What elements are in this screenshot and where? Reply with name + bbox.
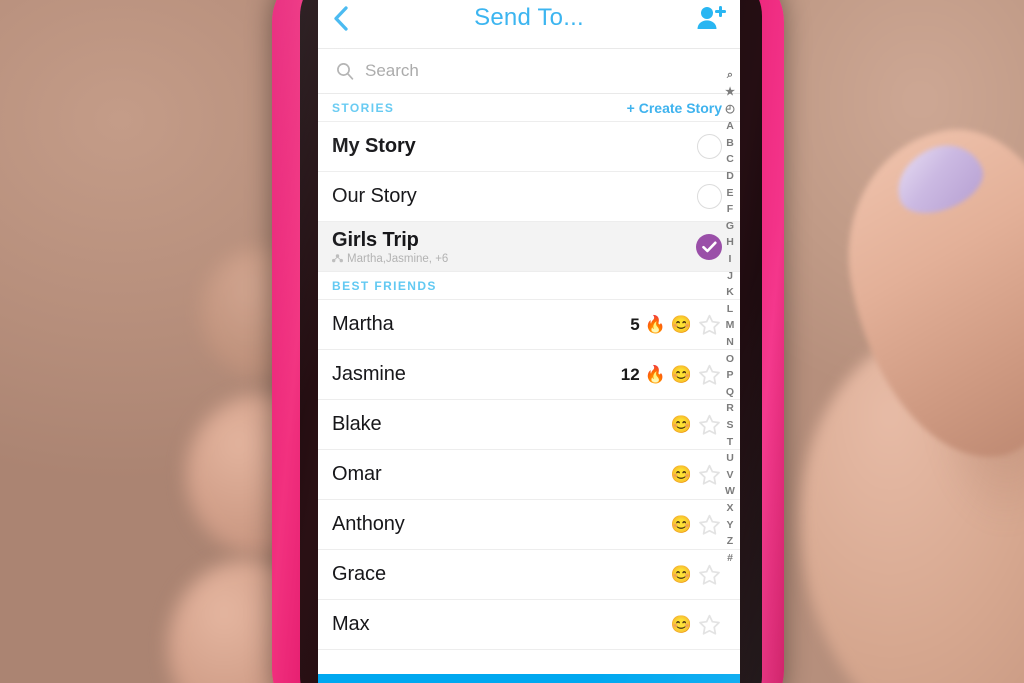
section-header-stories: STORIES + Create Story	[318, 94, 740, 122]
streak-count: 12	[620, 364, 640, 384]
index-letter-I[interactable]: I	[729, 254, 732, 265]
index-letter-D[interactable]: D	[726, 171, 734, 182]
index-letter-A[interactable]: A	[726, 121, 734, 132]
story-members-text: Martha,Jasmine, +6	[347, 252, 449, 265]
add-friend-button[interactable]	[692, 5, 726, 31]
selected-check-icon[interactable]	[696, 233, 722, 260]
star-outline-icon[interactable]	[697, 363, 722, 387]
add-friend-icon	[697, 6, 726, 29]
back-button[interactable]	[332, 5, 366, 32]
index-letter-Q[interactable]: Q	[726, 387, 734, 398]
star-outline-icon[interactable]	[697, 463, 722, 487]
index-letter-U[interactable]: U	[726, 453, 734, 464]
phone-screen: Send To... Search STORIES + Create Story…	[318, 0, 740, 683]
star-outline-icon[interactable]	[697, 563, 722, 587]
create-story-button[interactable]: + Create Story	[627, 100, 722, 116]
section-header-best-friends: BEST FRIENDS	[318, 272, 740, 300]
page-title: Send To...	[474, 4, 584, 31]
index-letter-B[interactable]: B	[726, 138, 734, 149]
smile-emoji: 😊	[670, 415, 692, 434]
clock-icon[interactable]: ◴	[725, 104, 735, 115]
friend-name: Blake	[332, 413, 382, 435]
friend-row[interactable]: Martha 5 🔥 😊	[318, 300, 740, 350]
story-name: Our Story	[332, 185, 417, 207]
check-icon	[701, 240, 717, 252]
index-letter-#[interactable]: #	[727, 553, 733, 564]
search-icon	[337, 63, 354, 80]
index-letter-W[interactable]: W	[725, 486, 735, 497]
friend-name: Jasmine	[332, 363, 406, 385]
friend-row[interactable]: Max 😊	[318, 600, 740, 650]
group-icon	[332, 254, 343, 263]
search-icon[interactable]: ⌕	[727, 70, 733, 81]
star-outline-icon[interactable]	[697, 513, 722, 537]
index-letter-M[interactable]: M	[726, 320, 735, 331]
friend-row[interactable]: Jasmine 12 🔥 😊	[318, 350, 740, 400]
send-to-list: STORIES + Create Story My Story Our Stor…	[318, 94, 740, 650]
index-letter-C[interactable]: C	[726, 154, 734, 165]
fire-emoji: 🔥	[644, 315, 666, 334]
smile-emoji: 😊	[670, 465, 692, 484]
select-circle-icon[interactable]	[697, 134, 722, 159]
friend-row[interactable]: Blake 😊	[318, 400, 740, 450]
smile-emoji: 😊	[670, 565, 692, 584]
streak-count: 5	[630, 314, 640, 334]
alphabet-index-strip[interactable]: ⌕ ★ ◴ A B C D E F G H I J K L M N O P Q R S T U V W X Y Z #	[720, 48, 740, 672]
index-letter-F[interactable]: F	[727, 204, 733, 215]
friend-name: Anthony	[332, 513, 405, 535]
star-outline-icon[interactable]	[697, 613, 722, 637]
index-letter-L[interactable]: L	[727, 304, 733, 315]
index-letter-E[interactable]: E	[726, 188, 733, 199]
select-circle-icon[interactable]	[697, 184, 722, 209]
send-bar[interactable]	[318, 674, 740, 683]
smile-emoji: 😊	[670, 515, 692, 534]
navigation-bar: Send To...	[318, 0, 740, 49]
smile-emoji: 😊	[670, 365, 692, 384]
friend-row[interactable]: Anthony 😊	[318, 500, 740, 550]
story-row-girls-trip[interactable]: Girls Trip Martha,Jasmine, +6	[318, 222, 740, 272]
index-letter-H[interactable]: H	[726, 237, 734, 248]
search-bar[interactable]: Search	[318, 49, 740, 94]
smile-emoji: 😊	[670, 615, 692, 634]
star-icon[interactable]: ★	[725, 87, 735, 98]
index-letter-Y[interactable]: Y	[726, 520, 733, 531]
friend-name: Grace	[332, 563, 386, 585]
index-letter-N[interactable]: N	[726, 337, 734, 348]
search-input[interactable]: Search	[365, 61, 419, 81]
index-letter-O[interactable]: O	[726, 354, 734, 365]
fire-emoji: 🔥	[644, 365, 666, 384]
story-members: Martha,Jasmine, +6	[332, 253, 696, 265]
index-letter-X[interactable]: X	[726, 503, 733, 514]
smile-emoji: 😊	[670, 315, 692, 334]
story-row-my-story[interactable]: My Story	[318, 122, 740, 172]
friend-name: Omar	[332, 463, 382, 485]
friend-name: Max	[332, 613, 370, 635]
index-letter-R[interactable]: R	[726, 403, 734, 414]
story-name: My Story	[332, 135, 416, 157]
index-letter-P[interactable]: P	[726, 370, 733, 381]
index-letter-T[interactable]: T	[727, 437, 733, 448]
index-letter-J[interactable]: J	[727, 271, 733, 282]
chevron-left-icon	[334, 5, 348, 31]
friend-name: Martha	[332, 313, 394, 335]
index-letter-K[interactable]: K	[726, 287, 734, 298]
section-label: STORIES	[332, 100, 395, 115]
story-row-our-story[interactable]: Our Story	[318, 172, 740, 222]
star-outline-icon[interactable]	[697, 413, 722, 437]
screenshot-scene: Send To... Search STORIES + Create Story…	[0, 0, 1024, 683]
index-letter-V[interactable]: V	[726, 470, 733, 481]
star-outline-icon[interactable]	[697, 313, 722, 337]
index-letter-G[interactable]: G	[726, 221, 734, 232]
story-name: Girls Trip	[332, 228, 419, 251]
friend-row[interactable]: Grace 😊	[318, 550, 740, 600]
friend-row[interactable]: Omar 😊	[318, 450, 740, 500]
section-label: BEST FRIENDS	[332, 278, 437, 293]
index-letter-Z[interactable]: Z	[727, 536, 733, 547]
index-letter-S[interactable]: S	[726, 420, 733, 431]
